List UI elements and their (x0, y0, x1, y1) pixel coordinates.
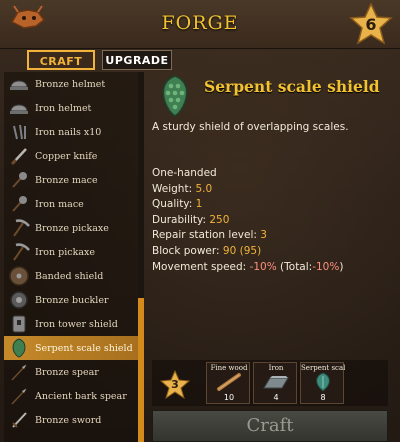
stat-label: Weight: (152, 182, 196, 195)
stat-block-power: Block power: 90 (95) (152, 244, 343, 260)
nails-icon (13, 124, 26, 140)
scale-shield-icon (12, 338, 26, 358)
stat-value: 90 (222, 244, 237, 257)
stat-label: Durability: (152, 213, 210, 226)
item-stats: One-handed Weight: 5.0 Quality: 1 Durabi… (152, 166, 343, 275)
requirement-name: Iron (268, 364, 284, 372)
page-title: FORGE (161, 12, 239, 34)
stat-value: -10% (249, 260, 277, 273)
pickaxe-icon (13, 243, 30, 261)
required-level-badge: 3 (159, 369, 191, 400)
recipe-item[interactable]: Iron mace (4, 192, 138, 216)
knife-icon (10, 148, 27, 166)
recipe-item[interactable]: Bronze helmet (4, 72, 138, 96)
mace-icon (12, 196, 27, 212)
stat-label: Movement speed: (152, 260, 250, 273)
mace-icon (12, 172, 27, 188)
recipe-item[interactable]: Bronze mace (4, 168, 138, 192)
recipe-item[interactable]: Bronze pickaxe (4, 216, 138, 240)
recipe-item[interactable]: Iron pickaxe (4, 240, 138, 264)
recipe-item-label: Bronze buckler (35, 294, 109, 306)
requirement-amount: 8 (320, 393, 326, 402)
stat-label: Quality: (152, 198, 196, 211)
stat-weight: Weight: 5.0 (152, 182, 343, 198)
serpent-scale-icon (316, 372, 330, 392)
recipe-item-label: Bronze helmet (35, 78, 106, 90)
station-level-badge: 6 (348, 2, 394, 46)
recipe-item-label: Bronze mace (35, 174, 98, 186)
recipe-item[interactable]: Iron tower shield (4, 312, 138, 336)
item-title: Serpent scale shield (204, 77, 380, 96)
recipe-item[interactable]: Serpent scale shield (4, 336, 138, 360)
stat-value: 250 (209, 213, 230, 226)
stat-total-value: -10% (312, 260, 340, 273)
buckler-icon (10, 291, 28, 309)
requirement-name: Fine wood (210, 364, 248, 372)
round-shield-icon (9, 266, 29, 286)
recipe-item[interactable]: Bronze buckler (4, 288, 138, 312)
stat-quality: Quality: 1 (152, 197, 343, 213)
recipe-item-label: Bronze pickaxe (35, 222, 109, 234)
recipe-item[interactable]: Ancient bark spear (4, 384, 138, 408)
stat-repair-level: Repair station level: 3 (152, 228, 343, 244)
stat-value: 5.0 (195, 182, 213, 195)
helmet-icon (10, 80, 28, 90)
recipe-item-label: Serpent scale shield (35, 342, 133, 354)
requirement-amount: 4 (273, 393, 279, 402)
recipe-item[interactable]: Bronze sword (4, 408, 138, 432)
recipe-item-label: Iron tower shield (35, 318, 118, 330)
stat-next-value: (95) (239, 244, 262, 257)
recipe-item[interactable]: Iron nails x10 (4, 120, 138, 144)
stat-label: Block power: (152, 244, 223, 257)
recipe-item-label: Bronze spear (35, 366, 99, 378)
forge-window: FORGE 6 CRAFT UPGRADE Bronze helmet Iron … (0, 0, 400, 442)
recipe-item-label: Ancient bark spear (35, 390, 127, 402)
required-level: 3 (171, 378, 179, 391)
stat-total-prefix: (Total: (276, 260, 313, 273)
tab-upgrade[interactable]: UPGRADE (102, 50, 172, 70)
recipe-item-label: Iron pickaxe (35, 246, 95, 258)
scale-shield-icon (162, 75, 188, 117)
iron-bar-icon (263, 376, 289, 389)
requirement-slot: Fine wood 10 (206, 362, 250, 404)
stat-durability: Durability: 250 (152, 213, 343, 229)
recipe-list: Bronze helmet Iron helmet Iron nails x10 Co… (4, 72, 138, 442)
fine-wood-icon (217, 373, 241, 391)
recipe-item-label: Copper knife (35, 150, 98, 162)
recipe-item-label: Banded shield (35, 270, 104, 282)
recipe-item[interactable]: Banded shield (4, 264, 138, 288)
recipe-item[interactable]: Bronze spear (4, 360, 138, 384)
helmet-icon (10, 104, 28, 114)
tab-craft[interactable]: CRAFT (27, 50, 95, 70)
stat-value: 3 (260, 229, 267, 242)
stat-total-suffix: ) (339, 260, 344, 273)
header-bar: FORGE 6 (0, 0, 400, 49)
tower-shield-icon (12, 315, 26, 333)
requirement-slot: Serpent scale 8 (300, 362, 345, 404)
station-level: 6 (365, 15, 377, 34)
stat-movement-speed: Movement speed: -10% (Total:-10%) (152, 260, 343, 276)
spear-icon (11, 364, 27, 381)
recipe-item-label: Iron nails x10 (35, 126, 102, 138)
recipe-item-label: Iron mace (35, 198, 84, 210)
scrollbar-thumb[interactable] (138, 298, 144, 442)
stat-value: 1 (195, 198, 203, 211)
stat-handedness: One-handed (152, 167, 217, 179)
pickaxe-icon (13, 219, 30, 237)
item-description: A sturdy shield of overlapping scales. (152, 121, 349, 133)
craft-button[interactable]: Craft (152, 410, 388, 442)
recipe-item-label: Iron helmet (35, 102, 92, 114)
spear-icon (11, 388, 27, 405)
requirement-slot: Iron 4 (253, 362, 297, 404)
recipe-item[interactable]: Copper knife (4, 144, 138, 168)
sword-icon (12, 412, 27, 428)
recipe-list-scrollbar[interactable] (138, 72, 144, 442)
requirement-name: Serpent scale (301, 364, 345, 372)
recipe-item[interactable]: Iron helmet (4, 96, 138, 120)
recipe-item-label: Bronze sword (35, 414, 102, 426)
stat-label: Repair station level: (152, 229, 261, 242)
requirement-amount: 10 (223, 393, 235, 402)
